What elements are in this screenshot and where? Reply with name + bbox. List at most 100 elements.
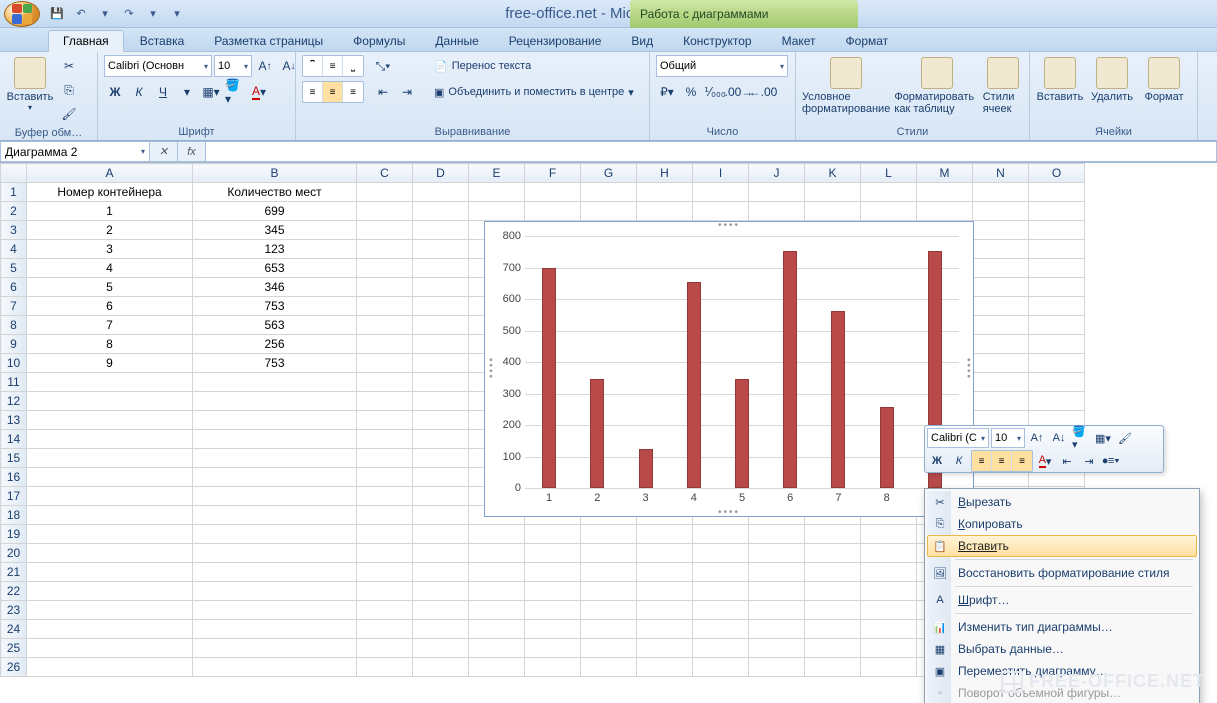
number-format-combo[interactable]: Общий▾ — [656, 55, 788, 77]
cell-B5[interactable]: 653 — [193, 259, 357, 278]
mini-increase-indent[interactable]: ⇥ — [1079, 451, 1099, 471]
cell-B20[interactable] — [193, 544, 357, 563]
chart-bar-8[interactable] — [880, 407, 894, 488]
cell-E24[interactable] — [469, 620, 525, 639]
paste-button[interactable]: Вставить ▾ — [6, 55, 54, 112]
cell-B25[interactable] — [193, 639, 357, 658]
cell-A13[interactable] — [27, 411, 193, 430]
column-header-K[interactable]: K — [805, 164, 861, 183]
ctx-item-4[interactable]: 🖼Восстановить форматирование стиля — [927, 562, 1197, 584]
cell-N5[interactable] — [973, 259, 1029, 278]
row-header-19[interactable]: 19 — [1, 525, 27, 544]
name-box[interactable]: Диаграмма 2▾ — [0, 141, 150, 162]
cell-A24[interactable] — [27, 620, 193, 639]
cell-J22[interactable] — [749, 582, 805, 601]
mini-border[interactable]: ▦▾ — [1093, 428, 1113, 448]
cell-H19[interactable] — [637, 525, 693, 544]
merge-center-button[interactable]: ▣ Объединить и поместить в центре ▾ — [434, 81, 634, 103]
cell-O3[interactable] — [1029, 221, 1085, 240]
cell-B19[interactable] — [193, 525, 357, 544]
currency-button[interactable]: ₽▾ — [656, 81, 678, 103]
ctx-item-9[interactable]: ▦Выбрать данные… — [927, 638, 1197, 660]
cell-G24[interactable] — [581, 620, 637, 639]
cell-J2[interactable] — [749, 202, 805, 221]
cell-L22[interactable] — [861, 582, 917, 601]
row-header-6[interactable]: 6 — [1, 278, 27, 297]
cell-H22[interactable] — [637, 582, 693, 601]
mini-grow-font[interactable]: A↑ — [1027, 428, 1047, 448]
cell-O10[interactable] — [1029, 354, 1085, 373]
cell-A6[interactable]: 5 — [27, 278, 193, 297]
cell-E21[interactable] — [469, 563, 525, 582]
cell-D18[interactable] — [413, 506, 469, 525]
row-header-22[interactable]: 22 — [1, 582, 27, 601]
row-header-20[interactable]: 20 — [1, 544, 27, 563]
tab-вид[interactable]: Вид — [617, 31, 667, 51]
cell-F20[interactable] — [525, 544, 581, 563]
cell-C23[interactable] — [357, 601, 413, 620]
cell-F22[interactable] — [525, 582, 581, 601]
cell-K19[interactable] — [805, 525, 861, 544]
cell-H24[interactable] — [637, 620, 693, 639]
cell-C1[interactable] — [357, 183, 413, 202]
cell-C2[interactable] — [357, 202, 413, 221]
cell-N8[interactable] — [973, 316, 1029, 335]
chart-handle-top[interactable]: •••• — [718, 220, 740, 231]
cell-C9[interactable] — [357, 335, 413, 354]
cell-J23[interactable] — [749, 601, 805, 620]
cell-J1[interactable] — [749, 183, 805, 202]
cell-C20[interactable] — [357, 544, 413, 563]
column-header-L[interactable]: L — [861, 164, 917, 183]
cell-G22[interactable] — [581, 582, 637, 601]
mini-font-combo[interactable]: Calibri (С▾ — [927, 428, 989, 448]
cell-D16[interactable] — [413, 468, 469, 487]
font-color-button[interactable]: A▾ — [248, 81, 270, 103]
row-header-12[interactable]: 12 — [1, 392, 27, 411]
increase-decimal-button[interactable]: .00→ — [728, 81, 750, 103]
format-cells-button[interactable]: Формат — [1140, 55, 1188, 103]
mini-font-color[interactable]: A▾ — [1035, 451, 1055, 471]
cell-O12[interactable] — [1029, 392, 1085, 411]
cell-N9[interactable] — [973, 335, 1029, 354]
cell-I21[interactable] — [693, 563, 749, 582]
decrease-indent-button[interactable]: ⇤ — [372, 81, 394, 103]
cell-E25[interactable] — [469, 639, 525, 658]
cell-F1[interactable] — [525, 183, 581, 202]
cell-A22[interactable] — [27, 582, 193, 601]
cell-C16[interactable] — [357, 468, 413, 487]
cell-B10[interactable]: 753 — [193, 354, 357, 373]
underline-arrow[interactable]: ▾ — [176, 81, 198, 103]
cell-A17[interactable] — [27, 487, 193, 506]
cell-L23[interactable] — [861, 601, 917, 620]
row-header-24[interactable]: 24 — [1, 620, 27, 639]
select-all-cell[interactable] — [1, 164, 27, 183]
cell-B24[interactable] — [193, 620, 357, 639]
row-header-14[interactable]: 14 — [1, 430, 27, 449]
mini-bullets[interactable]: ⦁≡▾ — [1101, 451, 1121, 471]
tab-данные[interactable]: Данные — [421, 31, 492, 51]
cell-K23[interactable] — [805, 601, 861, 620]
row-header-2[interactable]: 2 — [1, 202, 27, 221]
comma-button[interactable]: ⅟₀₀₀ — [704, 81, 726, 103]
cell-D2[interactable] — [413, 202, 469, 221]
cell-C24[interactable] — [357, 620, 413, 639]
font-size-combo[interactable]: 10▾ — [214, 55, 252, 77]
embedded-chart[interactable]: •••• •••• •••• •••• 01002003004005006007… — [484, 221, 974, 517]
cell-N7[interactable] — [973, 297, 1029, 316]
cell-D1[interactable] — [413, 183, 469, 202]
cell-I26[interactable] — [693, 658, 749, 677]
orientation-button[interactable]: ⤡▾ — [372, 55, 394, 77]
cell-O2[interactable] — [1029, 202, 1085, 221]
cell-C4[interactable] — [357, 240, 413, 259]
bold-button[interactable]: Ж — [104, 81, 126, 103]
cell-B7[interactable]: 753 — [193, 297, 357, 316]
cell-O1[interactable] — [1029, 183, 1085, 202]
cell-D17[interactable] — [413, 487, 469, 506]
cut-button[interactable]: ✂ — [58, 55, 80, 77]
chart-bar-2[interactable] — [590, 379, 604, 488]
cell-B14[interactable] — [193, 430, 357, 449]
chart-bar-1[interactable] — [542, 268, 556, 488]
cell-E26[interactable] — [469, 658, 525, 677]
row-header-1[interactable]: 1 — [1, 183, 27, 202]
cell-N11[interactable] — [973, 373, 1029, 392]
